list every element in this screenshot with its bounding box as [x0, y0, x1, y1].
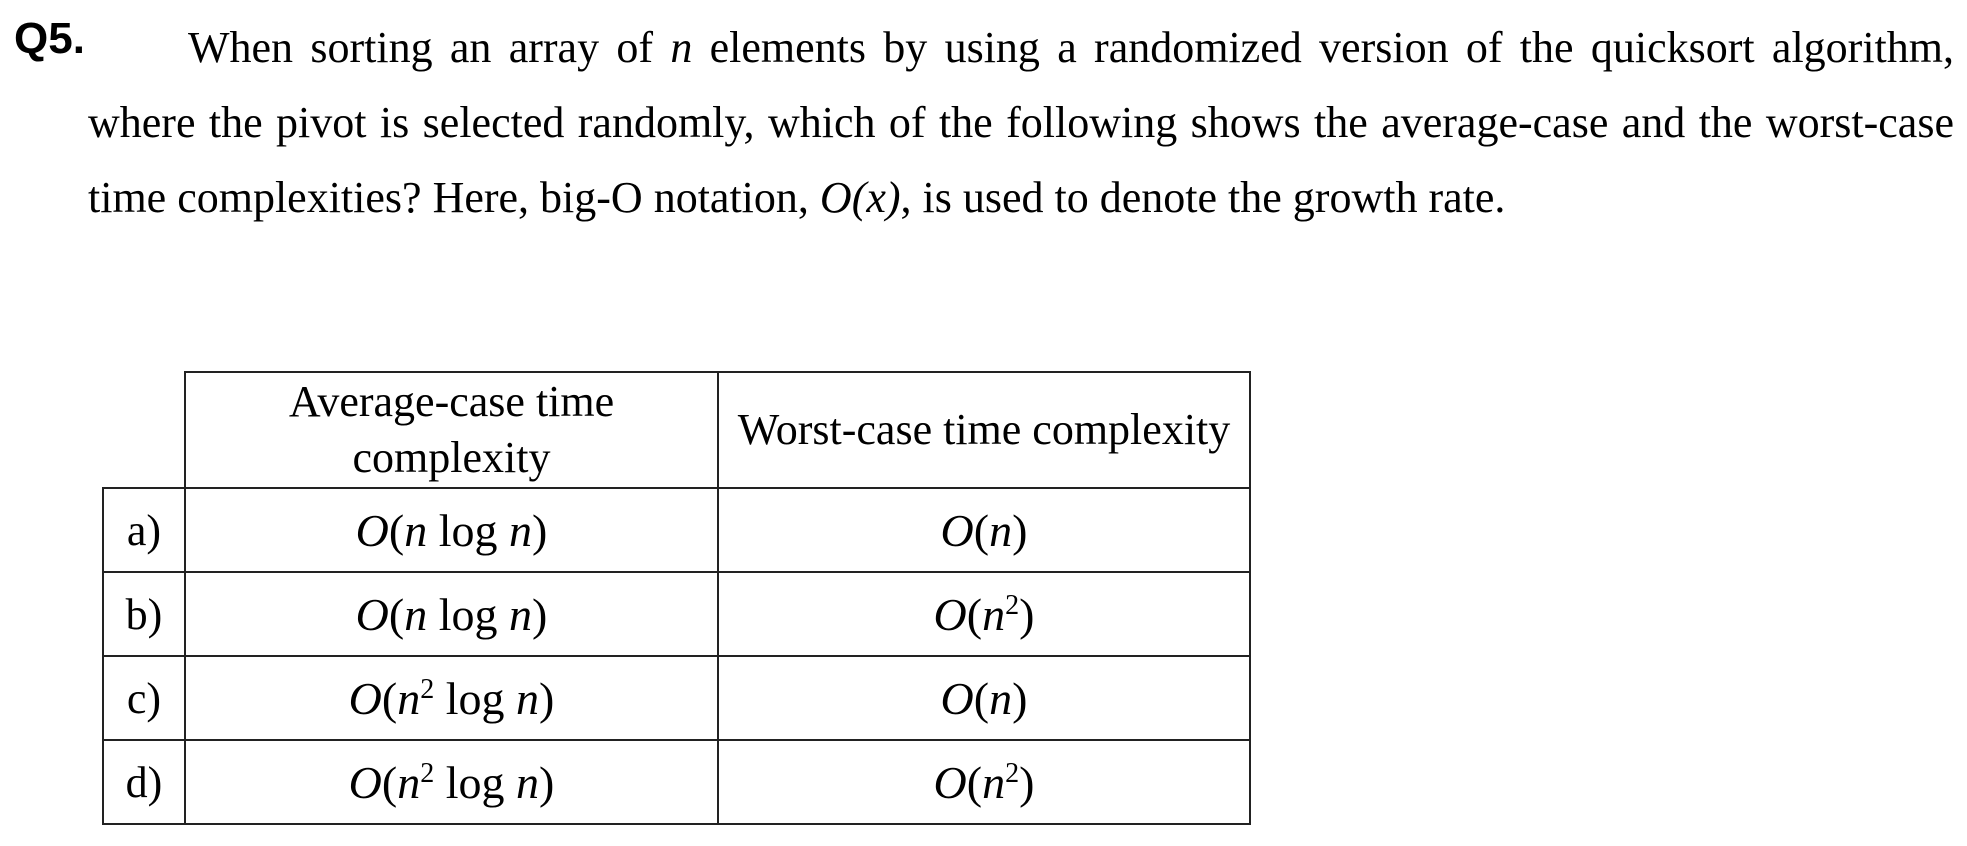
option-label: b): [102, 571, 186, 657]
worst-complexity-b: O(n2): [933, 588, 1035, 640]
average-complexity-b: O(n log n): [355, 588, 548, 640]
header-blank-cell: [103, 372, 186, 489]
table-row: b) O(n log n) O(n2): [102, 571, 1251, 657]
option-label: a): [102, 487, 186, 573]
question-text: When sorting an array of n elements by u…: [88, 10, 1954, 235]
worst-complexity-a: O(n): [940, 504, 1028, 556]
option-average-complexity: O(n2 log n): [184, 739, 719, 825]
average-complexity-a: O(n log n): [355, 504, 548, 556]
question-page: Q5. When sorting an array of n elements …: [0, 0, 1967, 846]
question-notation: O(x): [819, 173, 901, 222]
answer-options-table: Average-case time complexity Worst-case …: [102, 371, 1251, 825]
option-label: d): [102, 739, 186, 825]
table-row: c) O(n2 log n) O(n): [102, 655, 1251, 741]
option-worst-complexity: O(n2): [717, 571, 1251, 657]
header-average-case: Average-case time complexity: [184, 371, 719, 489]
question-text-part-1: When sorting an array of: [188, 23, 671, 72]
option-average-complexity: O(n log n): [184, 571, 719, 657]
question-text-part-3: , is used to denote the growth rate.: [900, 173, 1506, 222]
table-row: d) O(n2 log n) O(n2): [102, 739, 1251, 825]
worst-complexity-d: O(n2): [933, 756, 1035, 808]
average-complexity-d: O(n2 log n): [348, 756, 555, 808]
header-worst-case: Worst-case time complexity: [717, 371, 1251, 489]
table-header-row: Average-case time complexity Worst-case …: [103, 371, 1251, 489]
option-average-complexity: O(n2 log n): [184, 655, 719, 741]
option-label: c): [102, 655, 186, 741]
table-row: a) O(n log n) O(n): [102, 487, 1251, 573]
question-variable-n: n: [670, 23, 693, 72]
question-number: Q5.: [14, 14, 85, 63]
option-worst-complexity: O(n): [717, 655, 1251, 741]
worst-complexity-c: O(n): [940, 672, 1028, 724]
average-complexity-c: O(n2 log n): [348, 672, 555, 724]
option-average-complexity: O(n log n): [184, 487, 719, 573]
option-worst-complexity: O(n): [717, 487, 1251, 573]
option-worst-complexity: O(n2): [717, 739, 1251, 825]
